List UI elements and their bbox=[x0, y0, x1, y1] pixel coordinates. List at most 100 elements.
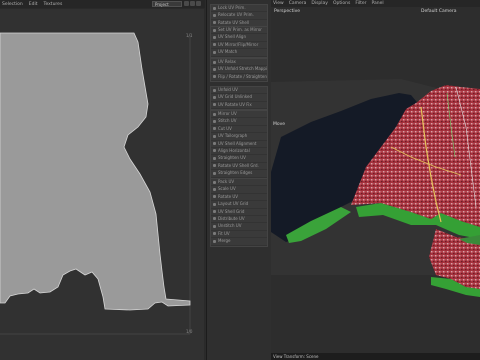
tool-row[interactable]: Rotate UV bbox=[211, 194, 267, 202]
tool-row-label: Align Horizontal bbox=[218, 147, 250, 153]
tool-row-label: Pack UV bbox=[218, 179, 235, 184]
menu-item-view[interactable]: View bbox=[273, 1, 284, 6]
tool-row[interactable]: UV Mirror/Flip/Mirror bbox=[211, 41, 267, 50]
menu-item-textures[interactable]: Textures bbox=[43, 2, 62, 7]
project-select[interactable]: Project bbox=[152, 1, 182, 7]
viewport-status-bar: View Transform: Scene bbox=[271, 353, 480, 360]
tool-row[interactable]: UV Relax bbox=[211, 59, 267, 67]
tool-row[interactable]: UV Tailorgraph bbox=[211, 133, 267, 141]
tool-row[interactable]: Distribute UV bbox=[211, 216, 267, 224]
tool-row-label: UV Shell Alignment bbox=[218, 140, 257, 146]
perspective-label: Perspective bbox=[274, 9, 301, 14]
tool-row[interactable]: Align Horizontal bbox=[211, 147, 267, 156]
tool-row[interactable]: Merge bbox=[211, 238, 267, 246]
tool-group: Pack UV Scale UV Rotate UV Layout UV Grid UV… bbox=[210, 178, 268, 247]
menu-item-options[interactable]: Options bbox=[333, 1, 350, 6]
tool-row[interactable]: Cut UV bbox=[211, 125, 267, 134]
tool-icon bbox=[213, 210, 216, 214]
tool-row[interactable]: Stitch UV bbox=[211, 118, 267, 126]
tool-icon bbox=[213, 127, 216, 131]
tool-row[interactable]: UV Grid Unlinked bbox=[211, 94, 267, 102]
viewport-scene[interactable] bbox=[271, 7, 480, 353]
tool-icon bbox=[213, 142, 216, 146]
tool-icon bbox=[213, 217, 216, 221]
tool-icon bbox=[213, 28, 216, 32]
menu-item-selection[interactable]: Selection bbox=[2, 2, 23, 7]
tool-icon bbox=[213, 171, 216, 175]
move-tool-label[interactable]: Move bbox=[273, 122, 285, 127]
tool-row-label: Scale UV bbox=[218, 186, 236, 192]
tool-row[interactable]: Layout UV Grid bbox=[211, 201, 267, 209]
tool-row[interactable]: Straighten UV bbox=[211, 155, 267, 163]
menu-item-camera[interactable]: Camera bbox=[289, 1, 307, 6]
tool-row[interactable]: Unfold UV bbox=[211, 87, 267, 95]
tool-row-label: Unstitch UV bbox=[218, 223, 242, 229]
tool-row-label: UV Shell Grid bbox=[218, 208, 245, 214]
tool-row-label: Rotate UV Shell bbox=[218, 19, 250, 25]
tool-row[interactable]: UV Shell Align bbox=[211, 34, 267, 42]
tool-row[interactable]: Straighten Edges bbox=[211, 170, 267, 178]
uv-shell-svg bbox=[0, 32, 191, 335]
tool-row-label: Fit UV bbox=[218, 230, 230, 236]
toolbar-icon-b[interactable] bbox=[190, 1, 195, 6]
uv-shell-shape[interactable] bbox=[0, 32, 191, 311]
tool-row[interactable]: Flip / Rotate / Straighten bbox=[211, 73, 267, 82]
tool-icon bbox=[213, 156, 216, 160]
tool-icon bbox=[213, 103, 216, 107]
tool-icon bbox=[213, 112, 216, 116]
tool-icon bbox=[213, 75, 216, 79]
toolbar-icon-c[interactable] bbox=[196, 1, 201, 6]
camera-label[interactable]: Default Camera bbox=[421, 9, 457, 14]
tool-row[interactable]: UV Shell Alignment bbox=[211, 141, 267, 148]
tool-icon bbox=[213, 202, 216, 206]
tool-icon bbox=[213, 88, 216, 92]
tool-icon bbox=[213, 50, 216, 54]
tool-row[interactable]: UV Rotate UV Fix bbox=[211, 102, 267, 110]
tool-icon bbox=[213, 239, 216, 243]
tool-row[interactable]: Set UV Prim. as Mirror bbox=[211, 27, 267, 35]
menu-item-edit[interactable]: Edit bbox=[29, 2, 38, 7]
tool-group: Mirror UV Stitch UV Cut UV UV Tailorgraph UV… bbox=[210, 110, 268, 179]
tool-row[interactable]: Pack UV bbox=[211, 179, 267, 187]
tool-row[interactable]: Relocate UV Prim. bbox=[211, 12, 267, 20]
tool-icon bbox=[213, 60, 216, 64]
tool-row-label: UV Mirror/Flip/Mirror bbox=[218, 41, 259, 47]
tool-icon bbox=[213, 180, 216, 184]
tool-row[interactable]: UV Match bbox=[211, 49, 267, 57]
tool-row-label: UV Shell Align bbox=[218, 34, 246, 40]
tool-icon bbox=[213, 43, 216, 47]
menu-item-panel[interactable]: Panel bbox=[371, 1, 383, 6]
tool-row-label: Flip / Rotate / Straighten bbox=[218, 73, 267, 79]
tool-row-label: Stitch UV bbox=[218, 118, 237, 124]
tool-row-label: UV Tailorgraph bbox=[218, 133, 248, 139]
viewport-3d: View Camera Display Options Filter Panel bbox=[271, 0, 480, 360]
tool-row-label: Straighten UV bbox=[218, 155, 246, 161]
tool-row[interactable]: Fit UV bbox=[211, 230, 267, 239]
tool-row[interactable]: Rotate UV Shell Grd. bbox=[211, 163, 267, 171]
uv-tool-panel: Lock UV Prim. Relocate UV Prim. Rotate UV … bbox=[206, 0, 272, 360]
tool-icon bbox=[213, 67, 216, 71]
tool-row[interactable]: Lock UV Prim. bbox=[211, 5, 267, 13]
tool-row[interactable]: Mirror UV bbox=[211, 111, 267, 119]
menu-item-filter[interactable]: Filter bbox=[355, 1, 366, 6]
tool-row-label: Merge bbox=[218, 238, 231, 244]
tool-icon bbox=[213, 187, 216, 191]
tool-icon bbox=[213, 6, 216, 10]
tool-row-label: Layout UV Grid bbox=[218, 201, 249, 207]
uv-tick-bottom-right: 1/0 bbox=[186, 329, 193, 334]
tool-row[interactable]: UV Unfold Stretch Mapping bbox=[211, 66, 267, 74]
uv-editor-panel: Selection Edit Textures Project 1/1 1/0 bbox=[0, 0, 205, 360]
tool-row[interactable]: Scale UV bbox=[211, 186, 267, 194]
viewport-menubar: View Camera Display Options Filter Panel bbox=[271, 0, 480, 7]
tool-icon bbox=[213, 119, 216, 123]
tool-row-label: Cut UV bbox=[218, 125, 232, 131]
uv-canvas[interactable]: 1/1 1/0 bbox=[0, 9, 204, 360]
tool-group: Lock UV Prim. Relocate UV Prim. Rotate UV … bbox=[210, 4, 268, 29]
tool-group: Set UV Prim. as Mirror UV Shell Align UV M… bbox=[210, 26, 268, 58]
tool-row[interactable]: Unstitch UV bbox=[211, 223, 267, 231]
toolbar-icon-a[interactable] bbox=[184, 1, 189, 6]
tool-icon bbox=[213, 35, 216, 39]
menu-item-display[interactable]: Display bbox=[311, 1, 328, 6]
tool-row[interactable]: UV Shell Grid bbox=[211, 209, 267, 216]
tool-row-label: UV Relax bbox=[218, 59, 236, 64]
